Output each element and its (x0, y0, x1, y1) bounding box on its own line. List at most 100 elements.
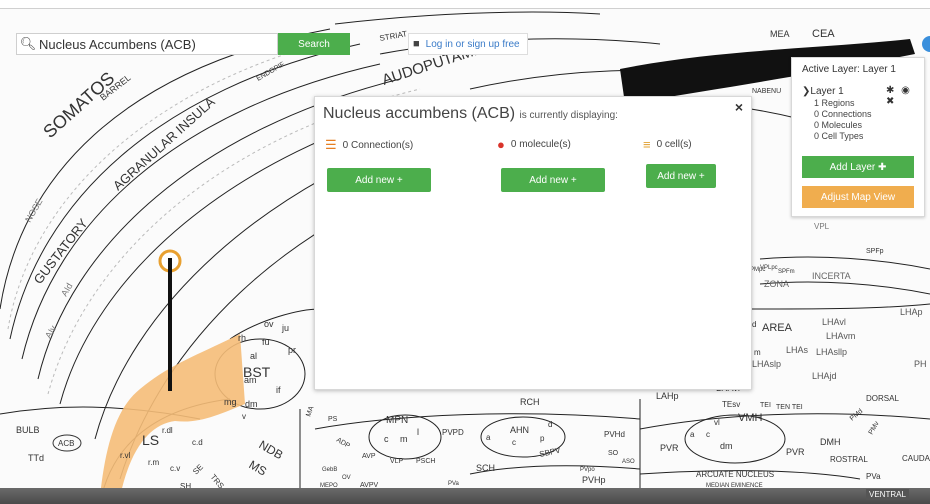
label-ph: PH (914, 359, 927, 369)
add-molecule-button[interactable]: Add new + (501, 168, 605, 192)
adjust-map-view-button[interactable]: Adjust Map View (802, 186, 914, 208)
label-sbpv: SBPV (539, 446, 562, 459)
label-tei: TEI (760, 402, 771, 409)
label-vmh-vl: vl (714, 418, 720, 427)
label-striatum: STRIAT (379, 29, 408, 43)
label-ahn-c: c (512, 438, 516, 447)
label-ma: MA (305, 405, 315, 418)
label-mpn-c: c (384, 434, 389, 444)
layer-cell-types: 0 Cell Types (814, 131, 864, 141)
label-spfm: SPFm (778, 269, 795, 275)
label-tesv: TEsv (722, 400, 740, 409)
label-lhavm: LHAvm (826, 331, 855, 341)
label-adp: ADP (335, 437, 351, 450)
label-somatos: SOMATOS (39, 68, 118, 142)
label-cea: CEA (812, 28, 835, 40)
label-pvhd: PVHd (604, 430, 625, 439)
label-bst-ju: ju (281, 323, 289, 333)
molecules-count: 0 molecule(s) (510, 139, 571, 150)
label-nose: NOSE (23, 197, 44, 224)
label-vlp: VLP (390, 458, 404, 465)
search-button[interactable]: Search (278, 33, 350, 55)
label-ps: PS (328, 416, 338, 423)
add-cell-button[interactable]: Add new + (646, 164, 716, 188)
popup-subtitle: is currently displaying: (519, 110, 618, 121)
popup-title: Nucleus accumbens (ACB) is currently dis… (323, 105, 618, 123)
label-pmpc: PMpc (750, 267, 765, 273)
magnifier-icon: 🔍︎ (19, 36, 37, 51)
label-se: SE (191, 463, 205, 477)
label-bst-dm: dm (245, 399, 258, 409)
label-ahn-a: a (486, 433, 491, 442)
label-endopiriform: ENDOPIF (256, 61, 286, 83)
label-vmh-dm: dm (720, 441, 733, 451)
label-ahn-d: d (548, 420, 552, 429)
label-m: m (754, 348, 761, 357)
search-bar[interactable]: 🔍︎ Nucleus Accumbens (ACB) (16, 33, 278, 55)
cell-icon: ≡ (643, 137, 651, 152)
label-ls: LS (142, 432, 159, 448)
label-ten-tei: TEN TEI (776, 404, 803, 411)
label-dorsal: DORSAL (866, 394, 899, 403)
label-pmd: PMd (849, 408, 865, 423)
search-input[interactable]: Nucleus Accumbens (ACB) (39, 37, 196, 52)
label-mpn-l: l (417, 427, 419, 437)
layer-controls-icon[interactable]: ✱ ◉ ✖ (886, 85, 924, 107)
layer-regions: 1 Regions (814, 98, 855, 108)
login-button[interactable]: ■ Log in or sign up free (408, 33, 528, 55)
label-pva: PVa (448, 481, 460, 487)
label-ahn: AHN (510, 425, 529, 435)
label-ls-cv: c.v (170, 464, 180, 473)
connection-icon: ☰ (325, 137, 337, 152)
label-bst-mg: mg (224, 397, 237, 407)
label-psch: PSCH (416, 458, 435, 465)
add-layer-button[interactable]: Add Layer ✚ (802, 156, 914, 178)
layer-connections: 0 Connections (814, 109, 872, 119)
label-bst-v: v (242, 412, 246, 421)
label-bst-am: am (244, 375, 257, 385)
close-icon[interactable]: × (735, 99, 743, 115)
label-ahn-p: p (540, 434, 545, 443)
label-ls-rm: r.m (148, 458, 159, 467)
login-label: Log in or sign up free (425, 38, 520, 50)
molecules-stat: ● 0 molecule(s) (497, 137, 571, 152)
cells-count: 0 cell(s) (656, 139, 692, 150)
label-lha-area: AREA (762, 322, 793, 334)
label-sch: SCH (476, 463, 495, 473)
label-lhajd: LHAjd (812, 371, 837, 381)
label-pvpd: PVPD (442, 428, 464, 437)
label-lhap: LHAp (900, 307, 923, 317)
top-strip (0, 0, 930, 9)
label-vmh-c: c (706, 430, 710, 439)
label-mpn: MPN (386, 415, 408, 426)
person-icon: ■ (413, 38, 420, 50)
label-bst-if: if (276, 385, 281, 395)
layer-toggle[interactable]: ❯Layer 1 (802, 86, 844, 97)
label-gustatory: GUSTATORY (31, 215, 91, 286)
label-ms: MS (247, 457, 270, 478)
label-spfp: SPFp (866, 248, 884, 255)
label-pvpo: PVpo (580, 467, 595, 473)
label-ls-rdl: r.dl (162, 426, 173, 435)
popup-region-name: Nucleus accumbens (ACB) (323, 105, 516, 122)
label-rostral: ROSTRAL (830, 455, 868, 464)
label-incerta: INCERTA (812, 271, 851, 281)
add-connection-button[interactable]: Add new + (327, 168, 431, 192)
label-pva-2: PVa (866, 472, 881, 481)
label-ls-cd: c.d (192, 438, 203, 447)
label-lhas: LHAs (786, 345, 809, 355)
label-pvhp: PVHp (582, 475, 606, 485)
label-vmh: VMH (738, 412, 763, 424)
label-pmv: PMv (868, 420, 881, 436)
label-mea: MEA (770, 29, 790, 39)
label-d: d (752, 320, 756, 329)
label-vmh-a: a (690, 430, 695, 439)
label-vpl: VPL (814, 222, 830, 231)
label-acb: ACB (58, 439, 74, 448)
ventral-label: VENTRAL (866, 489, 909, 500)
label-pvr-2: PVR (786, 447, 805, 457)
label-bst-rh: rh (238, 333, 246, 343)
region-info-popup: Nucleus accumbens (ACB) is currently dis… (314, 96, 752, 390)
label-bst-pr: pr (288, 345, 296, 355)
label-bst-al: al (250, 351, 257, 361)
